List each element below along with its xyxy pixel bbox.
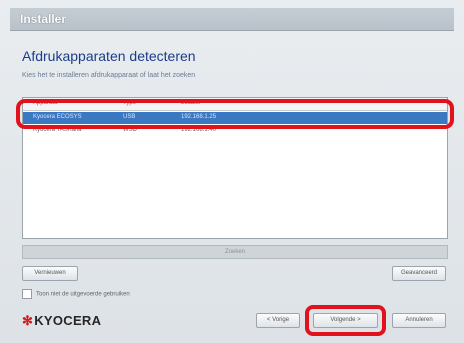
brand-logo: ✻KYOCERA: [22, 313, 101, 329]
advanced-button[interactable]: Geavanceerd: [392, 266, 446, 281]
page-subheading: Kies het te installeren afdrukapparaat o…: [22, 72, 196, 79]
option-checkbox-label: Toon niet de uitgevoerde gebruiken: [36, 291, 130, 298]
refresh-button[interactable]: Vernieuwen: [22, 266, 78, 281]
window-title: Installer: [20, 12, 67, 26]
kyocera-mark-icon: ✻: [22, 313, 34, 328]
status-bar: Zoeken: [22, 245, 448, 259]
option-checkbox-row[interactable]: Toon niet de uitgevoerde gebruiken: [22, 289, 130, 299]
installer-window: Installer Afdrukapparaten detecteren Kie…: [0, 0, 464, 343]
cancel-button[interactable]: Annuleren: [392, 313, 446, 328]
option-checkbox[interactable]: [22, 289, 32, 299]
next-button-highlight-annotation: [305, 305, 386, 336]
title-bar: Installer: [10, 8, 454, 31]
brand-name: KYOCERA: [34, 313, 102, 328]
list-highlight-annotation: [16, 99, 454, 129]
back-button[interactable]: < Vorige: [256, 313, 300, 328]
page-heading: Afdrukapparaten detecteren: [22, 48, 196, 64]
